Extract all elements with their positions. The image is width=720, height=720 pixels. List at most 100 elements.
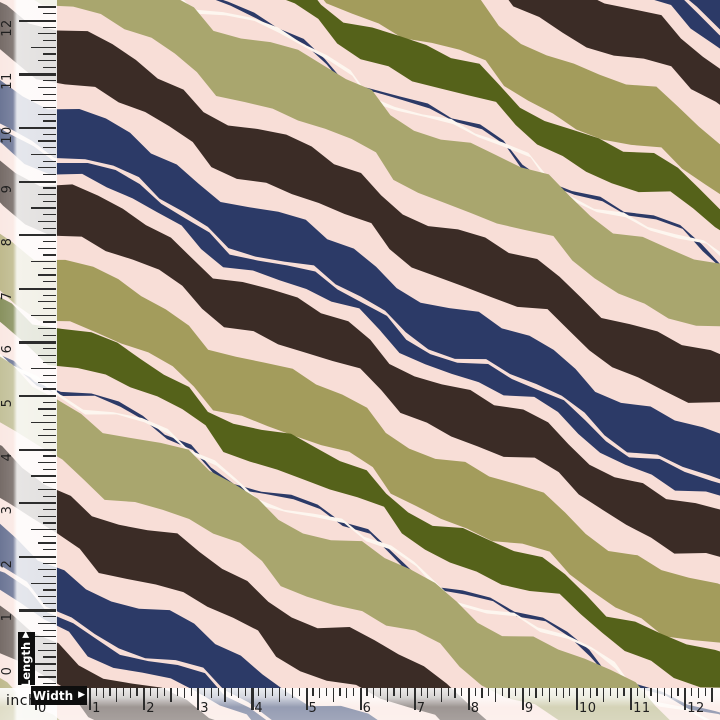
ruler-tick [38,140,56,141]
ruler-tick [38,623,56,624]
ruler-tick [38,60,56,61]
ruler-tick [19,73,56,75]
ruler-number: 7 [1,287,15,305]
ruler-tick [698,688,699,698]
ruler-tick [684,688,686,710]
ruler-tick [19,181,56,183]
ruler-tick [529,688,530,696]
ruler-tick [326,688,327,696]
ruler-tick [414,688,416,710]
ruler-tick [448,688,449,696]
ruler-number: 12 [687,702,705,716]
ruler-tick [43,254,56,255]
ruler-tick [43,402,56,403]
ruler-number: 9 [1,180,15,198]
ruler-tick [522,688,524,710]
ruler-number: 1 [92,702,101,716]
ruler-number: 12 [1,19,15,37]
ruler-tick [136,688,137,696]
ruler-tick [38,355,56,356]
ruler-tick [31,207,56,208]
ruler-tick [705,688,706,696]
ruler-tick [617,688,618,698]
ruler-tick [43,67,56,68]
ruler-number: 2 [146,702,155,716]
ruler-tick [31,475,56,476]
ruler-number: 0 [1,662,15,680]
ruler-tick [43,214,56,215]
ruler-tick [38,167,56,168]
ruler-number: 7 [417,702,426,716]
ruler-tick [319,688,320,698]
ruler-tick [43,616,56,617]
ruler-tick [43,147,56,148]
ruler-tick [556,688,557,696]
ruler-tick [549,688,550,702]
ruler-tick [434,688,435,696]
ruler-tick [43,576,56,577]
ruler-tick [211,688,212,698]
ruler-tick [43,415,56,416]
ruler-tick [19,127,56,129]
ruler-tick [31,368,56,369]
ruler-tick [650,688,651,696]
ruler-tick [43,187,56,188]
ruler-tick [400,688,401,698]
ruler-tick [43,40,56,41]
ruler-tick [333,688,334,702]
ruler-tick [43,482,56,483]
up-arrow-icon: ▶ [22,630,31,637]
ruler-tick [43,630,56,631]
ruler-number: 10 [579,702,597,716]
ruler-tick [596,688,597,696]
ruler-tick [306,688,308,710]
ruler-tick [123,688,124,696]
ruler-tick [31,100,56,101]
ruler-tick [31,422,56,423]
ruler-tick [43,107,56,108]
ruler-tick [150,688,151,696]
ruler-tick [38,6,56,7]
ruler-number: 11 [633,702,651,716]
ruler-tick [312,688,313,696]
ruler-tick [109,688,110,696]
ruler-tick [31,47,56,48]
ruler-tick [43,228,56,229]
ruler-tick [711,688,712,702]
ruler-number: 9 [525,702,534,716]
ruler-tick [346,688,347,698]
ruler-tick [43,348,56,349]
ruler-tick [43,161,56,162]
ruler-number: 6 [363,702,372,716]
ruler-number: 1 [1,608,15,626]
ruler-tick [583,688,584,696]
ruler-tick [43,120,56,121]
ruler-tick [170,688,171,702]
ruler-tick [542,688,543,696]
ruler-tick [38,542,56,543]
ruler-tick [31,529,56,530]
ruler-tick [31,261,56,262]
ruler-tick [43,295,56,296]
ruler-tick [630,688,632,710]
ruler-number: 3 [1,501,15,519]
ruler-tick [38,676,56,677]
ruler-tick [251,688,253,710]
ruler-tick [43,94,56,95]
ruler-tick [43,375,56,376]
ruler-tick [590,688,591,698]
ruler-tick [38,650,56,651]
ruler-tick [38,408,56,409]
ruler-tick [38,274,56,275]
ruler-tick [43,563,56,564]
ruler-tick [43,321,56,322]
ruler-tick [19,341,56,343]
ruler-tick [43,241,56,242]
ruler-tick [387,688,388,702]
ruler-tick [569,688,570,696]
ruler-tick [366,688,367,696]
ruler-tick [38,516,56,517]
ruler-tick [441,688,442,702]
ruler-tick [38,301,56,302]
ruler-tick [38,596,56,597]
